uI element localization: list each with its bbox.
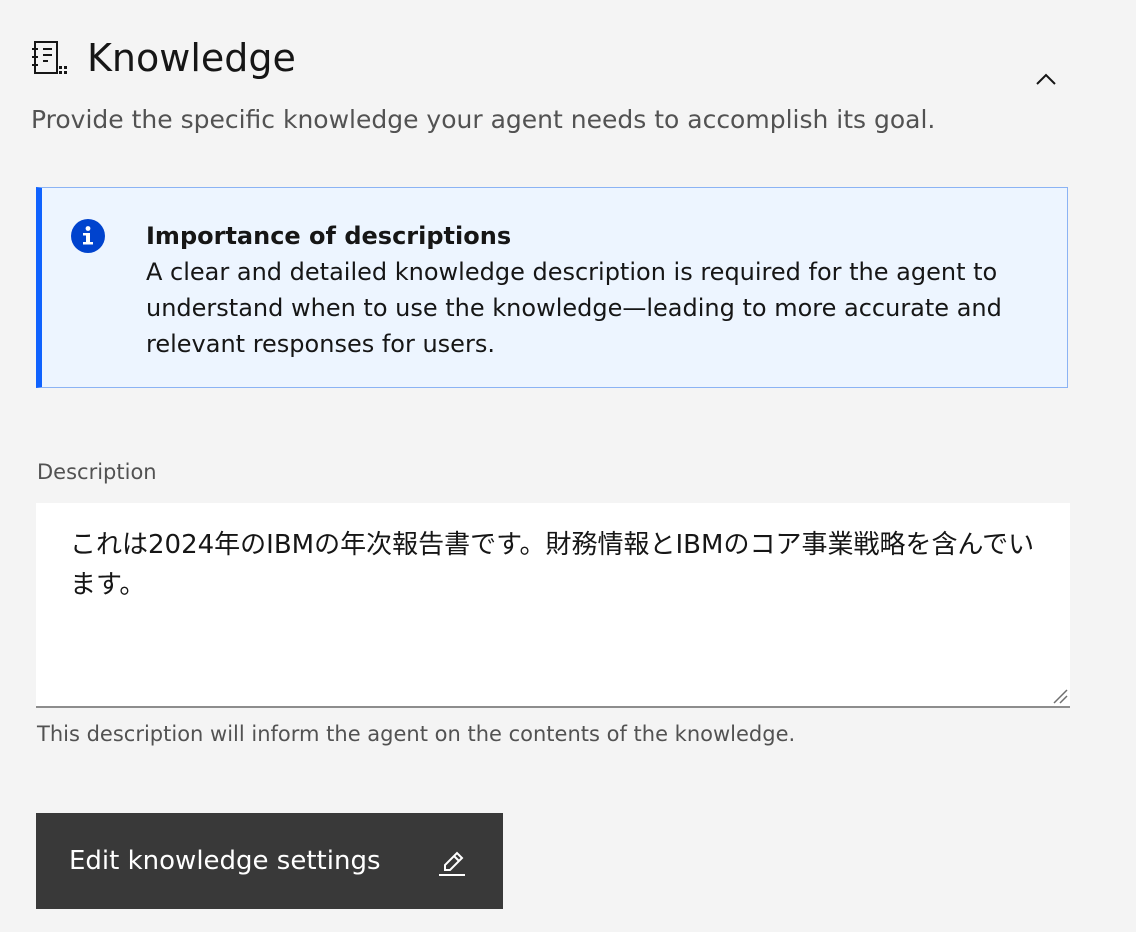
section-subtitle: Provide the specific knowledge your agen…: [31, 105, 936, 134]
pencil-icon: [436, 846, 468, 878]
info-notification: Importance of descriptions A clear and d…: [36, 187, 1068, 388]
edit-knowledge-settings-button[interactable]: Edit knowledge settings: [36, 813, 503, 909]
notification-title: Importance of descriptions: [146, 222, 512, 250]
edit-button-label: Edit knowledge settings: [69, 846, 381, 876]
description-label: Description: [37, 460, 157, 484]
info-icon: [70, 218, 106, 254]
resize-handle-icon[interactable]: [1052, 688, 1068, 704]
notification-body: A clear and detailed knowledge descripti…: [146, 258, 1002, 358]
knowledge-icon: [32, 40, 68, 76]
collapse-button[interactable]: [1026, 62, 1066, 102]
description-helper-text: This description will inform the agent o…: [37, 722, 796, 746]
description-value[interactable]: これは2024年のIBMの年次報告書です。財務情報とIBMのコア事業戦略を含んで…: [70, 525, 1050, 605]
section-title: Knowledge: [87, 36, 296, 80]
chevron-up-icon: [1034, 68, 1058, 96]
description-textarea[interactable]: これは2024年のIBMの年次報告書です。財務情報とIBMのコア事業戦略を含んで…: [36, 503, 1070, 708]
knowledge-section-header: Knowledge: [0, 0, 1136, 100]
